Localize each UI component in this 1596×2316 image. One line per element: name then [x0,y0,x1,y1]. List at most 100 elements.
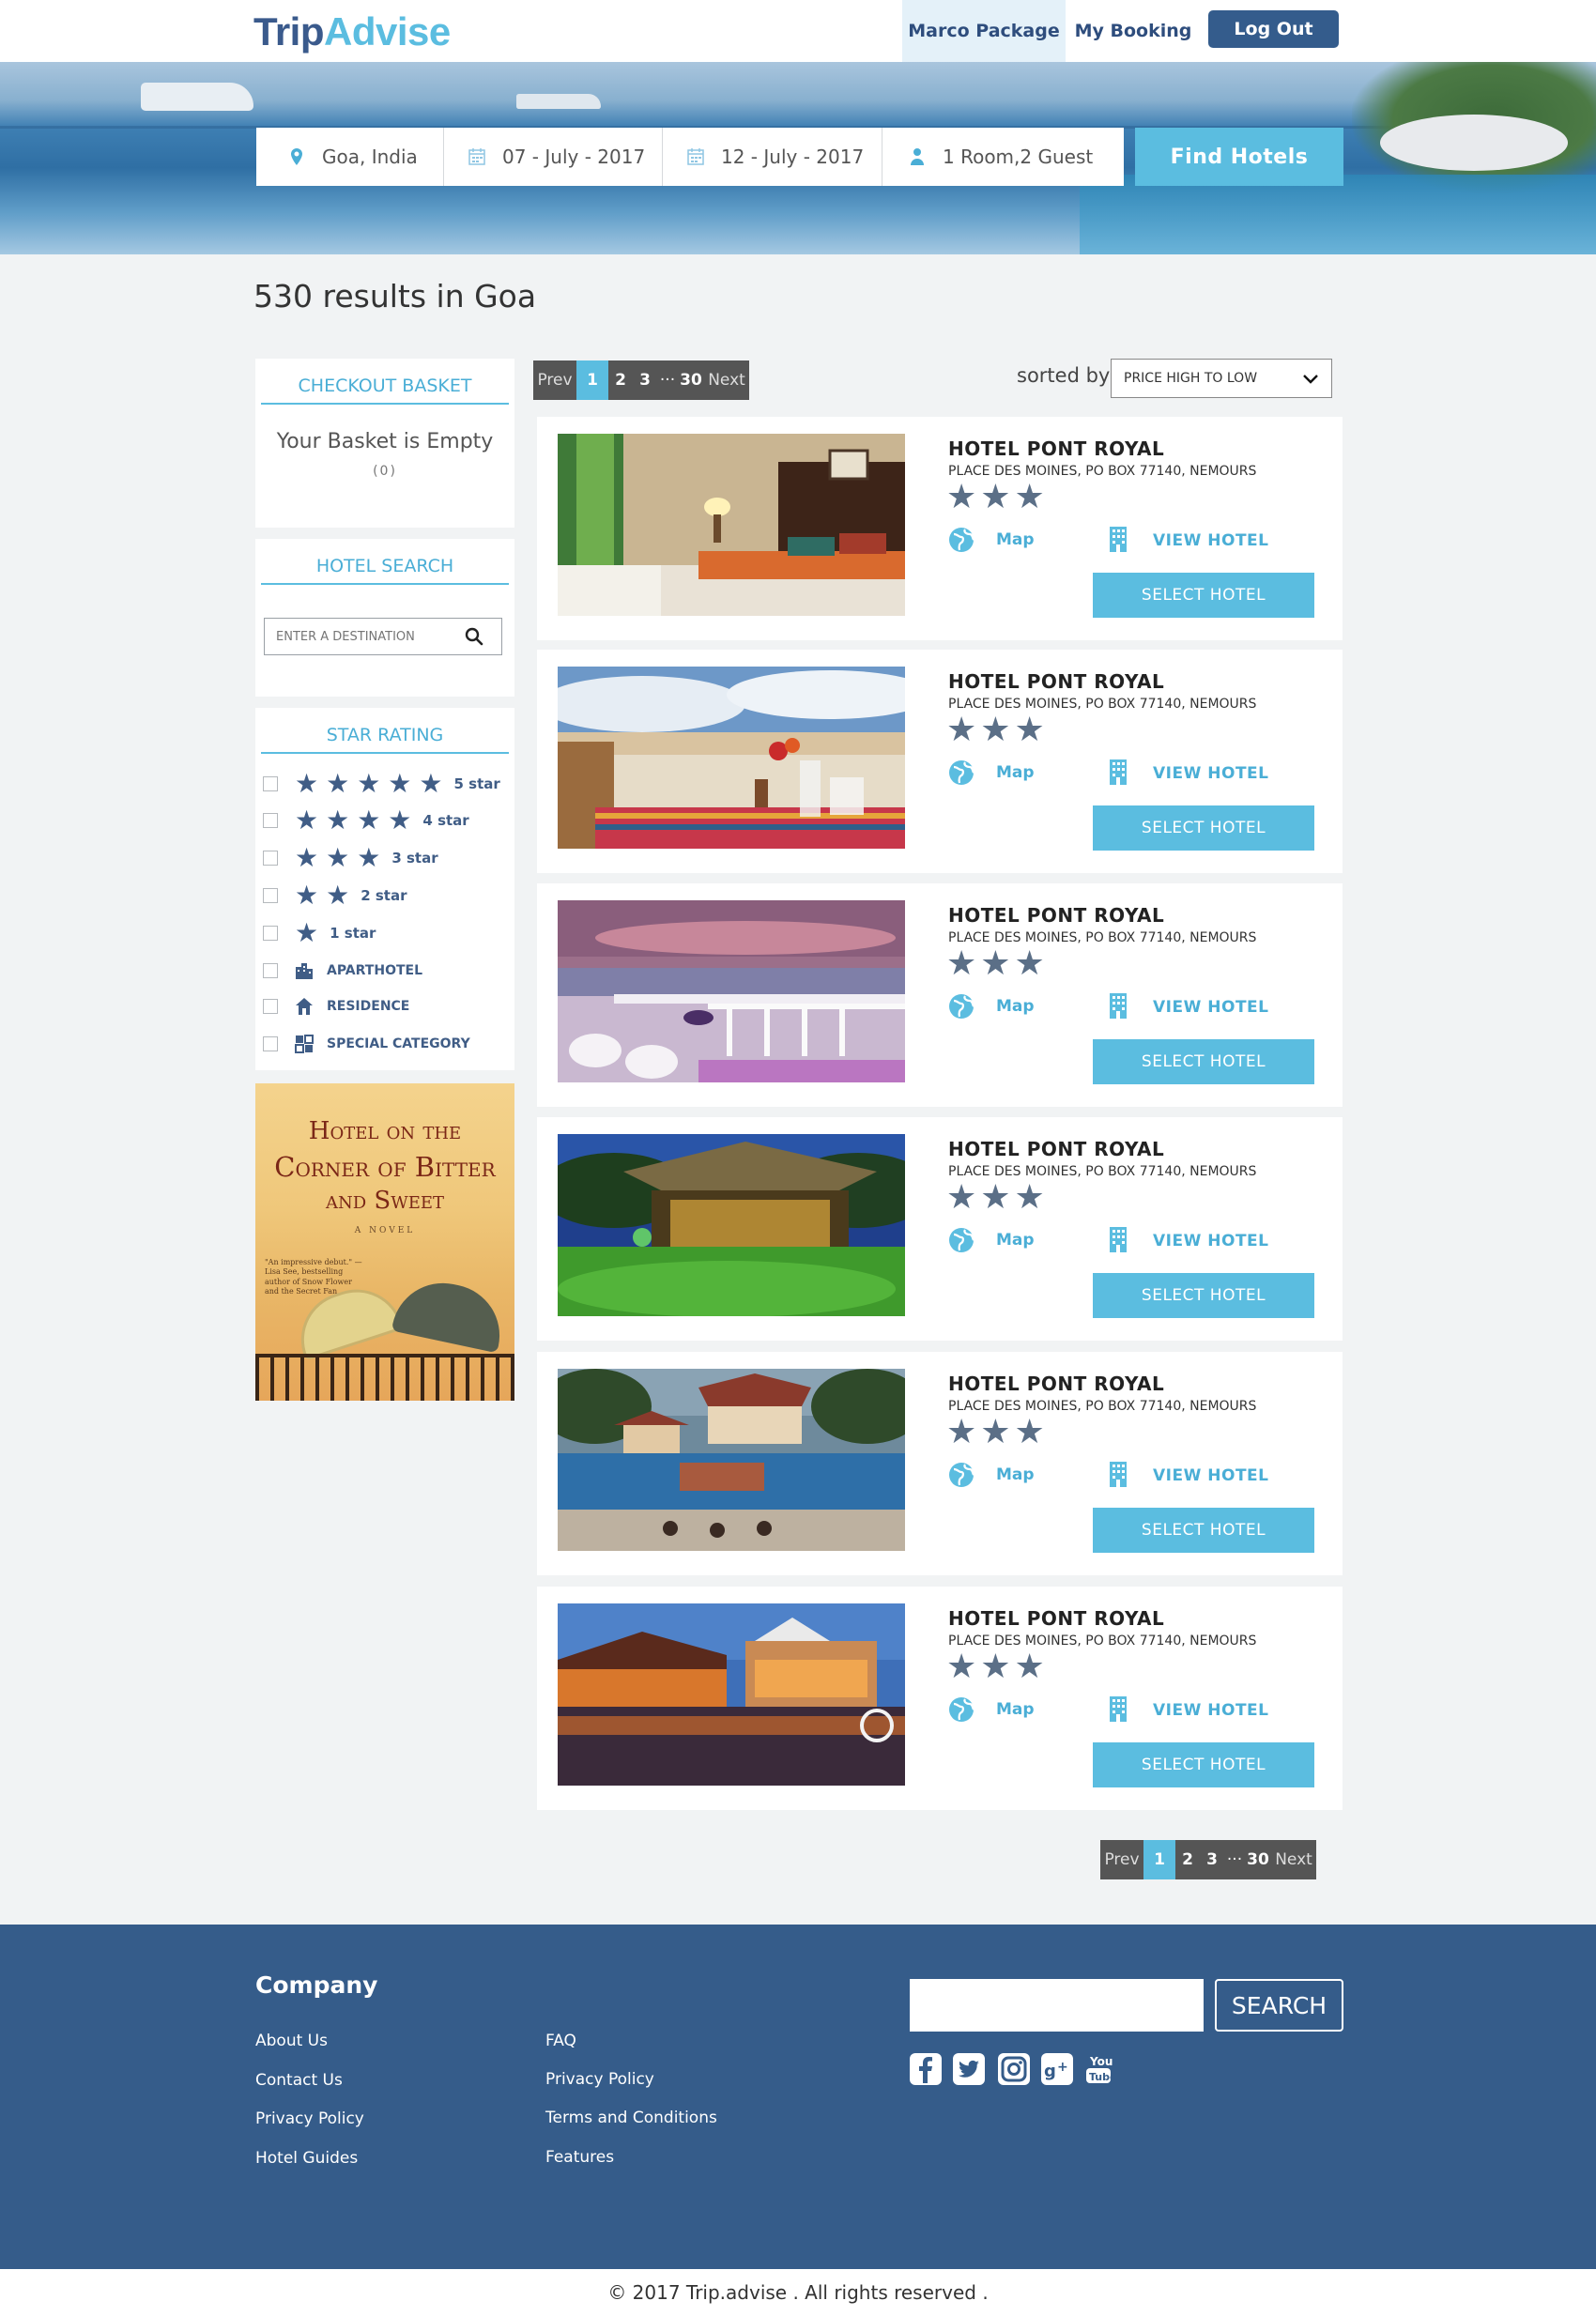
hotel-name[interactable]: HOTEL PONT ROYAL [948,1607,1164,1630]
checkbox[interactable] [263,813,278,828]
hotel-building-icon[interactable] [1108,758,1128,786]
pagination-prev[interactable]: Prev [1100,1840,1143,1879]
hotel-building-icon[interactable] [1108,1460,1128,1488]
tripadvise-logo[interactable]: TripAdvise [253,9,451,54]
youtube-icon[interactable]: You Tube [1082,2052,1115,2086]
hotel-building-icon[interactable] [1108,1695,1128,1723]
hotel-building-icon[interactable] [1108,525,1128,553]
hotel-image-sunset-terrace[interactable] [558,900,905,1082]
footer-link-hotel-guides[interactable]: Hotel Guides [255,2149,358,2168]
map-link[interactable]: Map [996,1231,1035,1250]
view-hotel-link[interactable]: VIEW HOTEL [1153,1466,1269,1485]
pagination-page-2[interactable]: 2 [1175,1840,1200,1879]
pagination-page-3[interactable]: 3 [1200,1840,1224,1879]
view-hotel-link[interactable]: VIEW HOTEL [1153,998,1269,1017]
instagram-icon[interactable] [997,2052,1031,2086]
location-field[interactable]: Goa, India [256,128,444,186]
hotel-image-resort-pool[interactable] [558,1369,905,1551]
hotel-name[interactable]: HOTEL PONT ROYAL [948,904,1164,927]
globe-icon[interactable] [948,993,974,1020]
globe-icon[interactable] [948,1696,974,1723]
search-icon[interactable] [463,625,485,648]
select-hotel-button[interactable]: SELECT HOTEL [1093,1508,1314,1553]
nav-marco-package[interactable]: Marco Package [902,0,1066,62]
select-hotel-button[interactable]: SELECT HOTEL [1093,1039,1314,1084]
type-filter-aparthotel[interactable]: APARTHOTEL [263,958,422,984]
type-filter-special-category[interactable]: SPECIAL CATEGORY [263,1031,470,1057]
hotel-image-bedroom[interactable] [558,434,905,616]
hotel-name[interactable]: HOTEL PONT ROYAL [948,1138,1164,1160]
hotel-building-icon[interactable] [1108,991,1128,1020]
footer-link-privacy-policy-2[interactable]: Privacy Policy [545,2070,654,2089]
map-link[interactable]: Map [996,1700,1035,1719]
speedboat-image [516,94,601,109]
checkbox[interactable] [263,963,278,978]
view-hotel-link[interactable]: VIEW HOTEL [1153,531,1269,550]
footer-link-privacy-policy[interactable]: Privacy Policy [255,2109,364,2128]
rating-filter-2-star[interactable]: ★★ 2 star [263,882,407,909]
hotel-image-night-resort[interactable] [558,1603,905,1786]
checkbox[interactable] [263,776,278,791]
rating-filter-3-star[interactable]: ★★★ 3 star [263,845,438,871]
pagination-next[interactable]: Next [1271,1840,1316,1879]
checkbox[interactable] [263,1036,278,1051]
footer-search-button[interactable]: SEARCH [1215,1979,1343,2032]
hotel-name[interactable]: HOTEL PONT ROYAL [948,670,1164,693]
globe-icon[interactable] [948,759,974,786]
guests-field[interactable]: 1 Room,2 Guest [882,128,1124,186]
pagination-page-2[interactable]: 2 [608,360,633,400]
svg-text:You: You [1089,2055,1113,2068]
pagination-page-1[interactable]: 1 [576,360,608,400]
hotel-image-garden-hut[interactable] [558,1134,905,1316]
nav-my-booking[interactable]: My Booking [1066,0,1201,62]
view-hotel-link[interactable]: VIEW HOTEL [1153,1232,1269,1250]
footer-link-features[interactable]: Features [545,2148,614,2167]
select-hotel-button[interactable]: SELECT HOTEL [1093,805,1314,851]
footer-link-faq[interactable]: FAQ [545,2032,576,2050]
rating-filter-1-star[interactable]: ★ 1 star [263,920,376,946]
footer-link-contact-us[interactable]: Contact Us [255,2071,343,2090]
globe-icon[interactable] [948,527,974,553]
pagination-page-last[interactable]: 30 [1245,1840,1271,1879]
checkbox[interactable] [263,851,278,866]
hotel-name[interactable]: HOTEL PONT ROYAL [948,437,1164,460]
hotel-name[interactable]: HOTEL PONT ROYAL [948,1373,1164,1395]
globe-icon[interactable] [948,1462,974,1488]
view-hotel-link[interactable]: VIEW HOTEL [1153,764,1269,783]
logout-button[interactable]: Log Out [1208,10,1339,48]
google-plus-icon[interactable]: g + [1040,2052,1074,2086]
hotel-image-beach-dining[interactable] [558,667,905,849]
pagination-page-3[interactable]: 3 [633,360,657,400]
select-hotel-button[interactable]: SELECT HOTEL [1093,1742,1314,1787]
pagination-next[interactable]: Next [704,360,749,400]
select-hotel-button[interactable]: SELECT HOTEL [1093,573,1314,618]
checkin-field[interactable]: 07 - July - 2017 [444,128,663,186]
pagination-page-1[interactable]: 1 [1143,1840,1175,1879]
checkbox[interactable] [263,999,278,1014]
pagination-page-last[interactable]: 30 [678,360,704,400]
footer-link-terms[interactable]: Terms and Conditions [545,2109,717,2127]
pagination-prev[interactable]: Prev [533,360,576,400]
svg-text:Tube: Tube [1089,2071,1115,2083]
sort-dropdown[interactable]: PRICE HIGH TO LOW [1111,359,1332,398]
map-link[interactable]: Map [996,763,1035,782]
map-link[interactable]: Map [996,530,1035,549]
map-link[interactable]: Map [996,1465,1035,1484]
map-link[interactable]: Map [996,997,1035,1016]
rating-filter-5-star[interactable]: ★★★★★ 5 star [263,771,500,797]
view-hotel-link[interactable]: VIEW HOTEL [1153,1701,1269,1720]
type-filter-residence[interactable]: RESIDENCE [263,993,409,1020]
checkout-field[interactable]: 12 - July - 2017 [663,128,882,186]
checkbox[interactable] [263,926,278,941]
hotel-building-icon[interactable] [1108,1225,1128,1253]
find-hotels-button[interactable]: Find Hotels [1135,128,1343,186]
book-advertisement[interactable]: Hotel on the Corner of Bitter and Sweet … [255,1083,514,1401]
facebook-icon[interactable] [909,2052,943,2086]
globe-icon[interactable] [948,1227,974,1253]
footer-link-about-us[interactable]: About Us [255,2032,328,2050]
select-hotel-button[interactable]: SELECT HOTEL [1093,1273,1314,1318]
rating-filter-4-star[interactable]: ★★★★ 4 star [263,807,469,834]
footer-search-input[interactable] [910,1979,1204,2032]
checkbox[interactable] [263,888,278,903]
twitter-icon[interactable] [952,2052,986,2086]
